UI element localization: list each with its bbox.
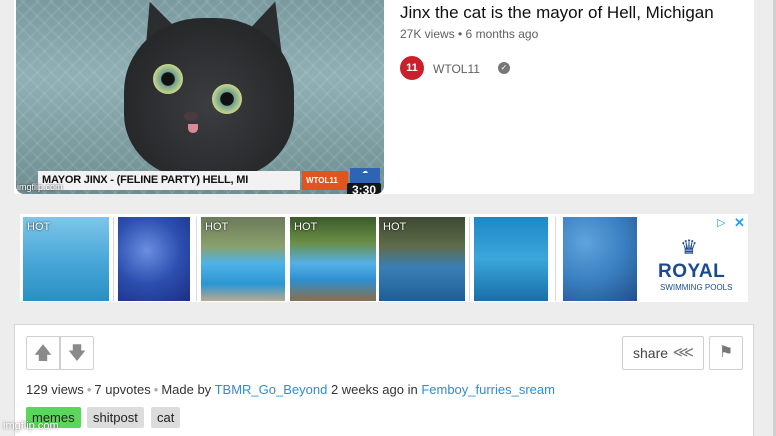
ad-tile-pool-liner[interactable] bbox=[118, 217, 190, 301]
view-count: 129 views bbox=[26, 382, 84, 397]
divider bbox=[196, 217, 197, 301]
cat-eye-left bbox=[153, 64, 183, 94]
tag-shitpost[interactable]: shitpost bbox=[87, 407, 144, 428]
cat-eye-right bbox=[212, 84, 242, 114]
ad-tile-fish-liner[interactable] bbox=[474, 217, 548, 301]
hot-badge: HOT bbox=[27, 221, 51, 233]
crown-icon: ♛ bbox=[680, 237, 698, 259]
cat-tongue bbox=[188, 124, 198, 133]
in-label: in bbox=[407, 382, 418, 397]
news-lower-third: MAYOR JINX - (FELINE PARTY) HELL, MI bbox=[38, 171, 300, 190]
ad-brand-tile[interactable]: ♛ ROYAL SWIMMING POOLS bbox=[644, 217, 748, 301]
cat-nose bbox=[184, 112, 198, 121]
channel-logo-icon: 11 bbox=[400, 56, 424, 80]
ad-banner[interactable]: HOT HOT HOT HOT ♛ ROYAL SWIMMING POOLS ▷… bbox=[20, 214, 748, 302]
brand-subtitle: SWIMMING POOLS bbox=[660, 283, 733, 292]
hot-badge: HOT bbox=[294, 221, 318, 233]
page-watermark: imgflip.com bbox=[3, 420, 59, 432]
adchoices-icon[interactable]: ▷ bbox=[717, 216, 725, 229]
arrow-down-icon: 🡇 bbox=[67, 343, 87, 363]
weather-icon: ☁ bbox=[350, 168, 380, 184]
hot-badge: HOT bbox=[383, 221, 407, 233]
ad-tile-water-slide[interactable]: HOT bbox=[23, 217, 109, 301]
station-logo: WTOL11 bbox=[302, 171, 348, 190]
page: MAYOR JINX - (FELINE PARTY) HELL, MI WTO… bbox=[0, 0, 776, 436]
upvote-button[interactable]: 🡅 bbox=[26, 336, 60, 370]
ad-tile-slide-pool[interactable]: HOT bbox=[379, 217, 465, 301]
video-title: Jinx the cat is the mayor of Hell, Michi… bbox=[400, 3, 714, 22]
separator-dot: • bbox=[86, 382, 92, 397]
arrow-up-icon: 🡅 bbox=[33, 343, 53, 363]
upvote-count: 7 upvotes bbox=[94, 382, 151, 397]
author-link[interactable]: TBMR_Go_Beyond bbox=[215, 382, 328, 397]
flag-button[interactable]: ⚑ bbox=[709, 336, 743, 370]
ad-tile-pebble-liner[interactable] bbox=[563, 217, 637, 301]
ad-tile-backyard-pool[interactable]: HOT bbox=[201, 217, 285, 301]
tag-cat[interactable]: cat bbox=[151, 407, 181, 428]
post-stats: 129 views • 7 upvotes • Made by TBMR_Go_Beyo… bbox=[26, 382, 555, 397]
post-panel: 🡅 🡇 share ⋘ ⚑ 129 views • 7 upvotes • Made b… bbox=[14, 324, 754, 436]
video-meta: 27K views • 6 months ago bbox=[400, 27, 539, 41]
post-time: 2 weeks ago bbox=[330, 382, 404, 397]
ad-tile-garden-pool[interactable]: HOT bbox=[290, 217, 376, 301]
downvote-button[interactable]: 🡇 bbox=[60, 336, 94, 370]
stream-link[interactable]: Femboy_furries_sream bbox=[421, 382, 555, 397]
divider bbox=[113, 217, 114, 301]
verified-check-icon: ✓ bbox=[498, 62, 510, 74]
hot-badge: HOT bbox=[205, 221, 229, 233]
divider bbox=[469, 217, 470, 301]
divider bbox=[555, 217, 556, 301]
channel-name: WTOL11 bbox=[433, 62, 480, 76]
meme-image: MAYOR JINX - (FELINE PARTY) HELL, MI WTO… bbox=[14, 0, 754, 194]
brand-name: ROYAL bbox=[658, 261, 726, 282]
image-watermark: imgflip.com bbox=[17, 182, 63, 192]
share-button[interactable]: share ⋘ bbox=[622, 336, 704, 370]
share-label: share bbox=[633, 345, 669, 361]
ad-close-icon[interactable]: ✕ bbox=[734, 215, 745, 231]
flag-icon: ⚑ bbox=[718, 344, 734, 361]
video-thumbnail: MAYOR JINX - (FELINE PARTY) HELL, MI WTO… bbox=[16, 0, 384, 194]
cat-head bbox=[124, 18, 294, 178]
separator-dot: • bbox=[153, 382, 159, 397]
video-duration: 3:30 bbox=[347, 183, 381, 194]
made-by-label: Made by bbox=[161, 382, 212, 397]
share-icon: ⋘ bbox=[672, 344, 694, 361]
